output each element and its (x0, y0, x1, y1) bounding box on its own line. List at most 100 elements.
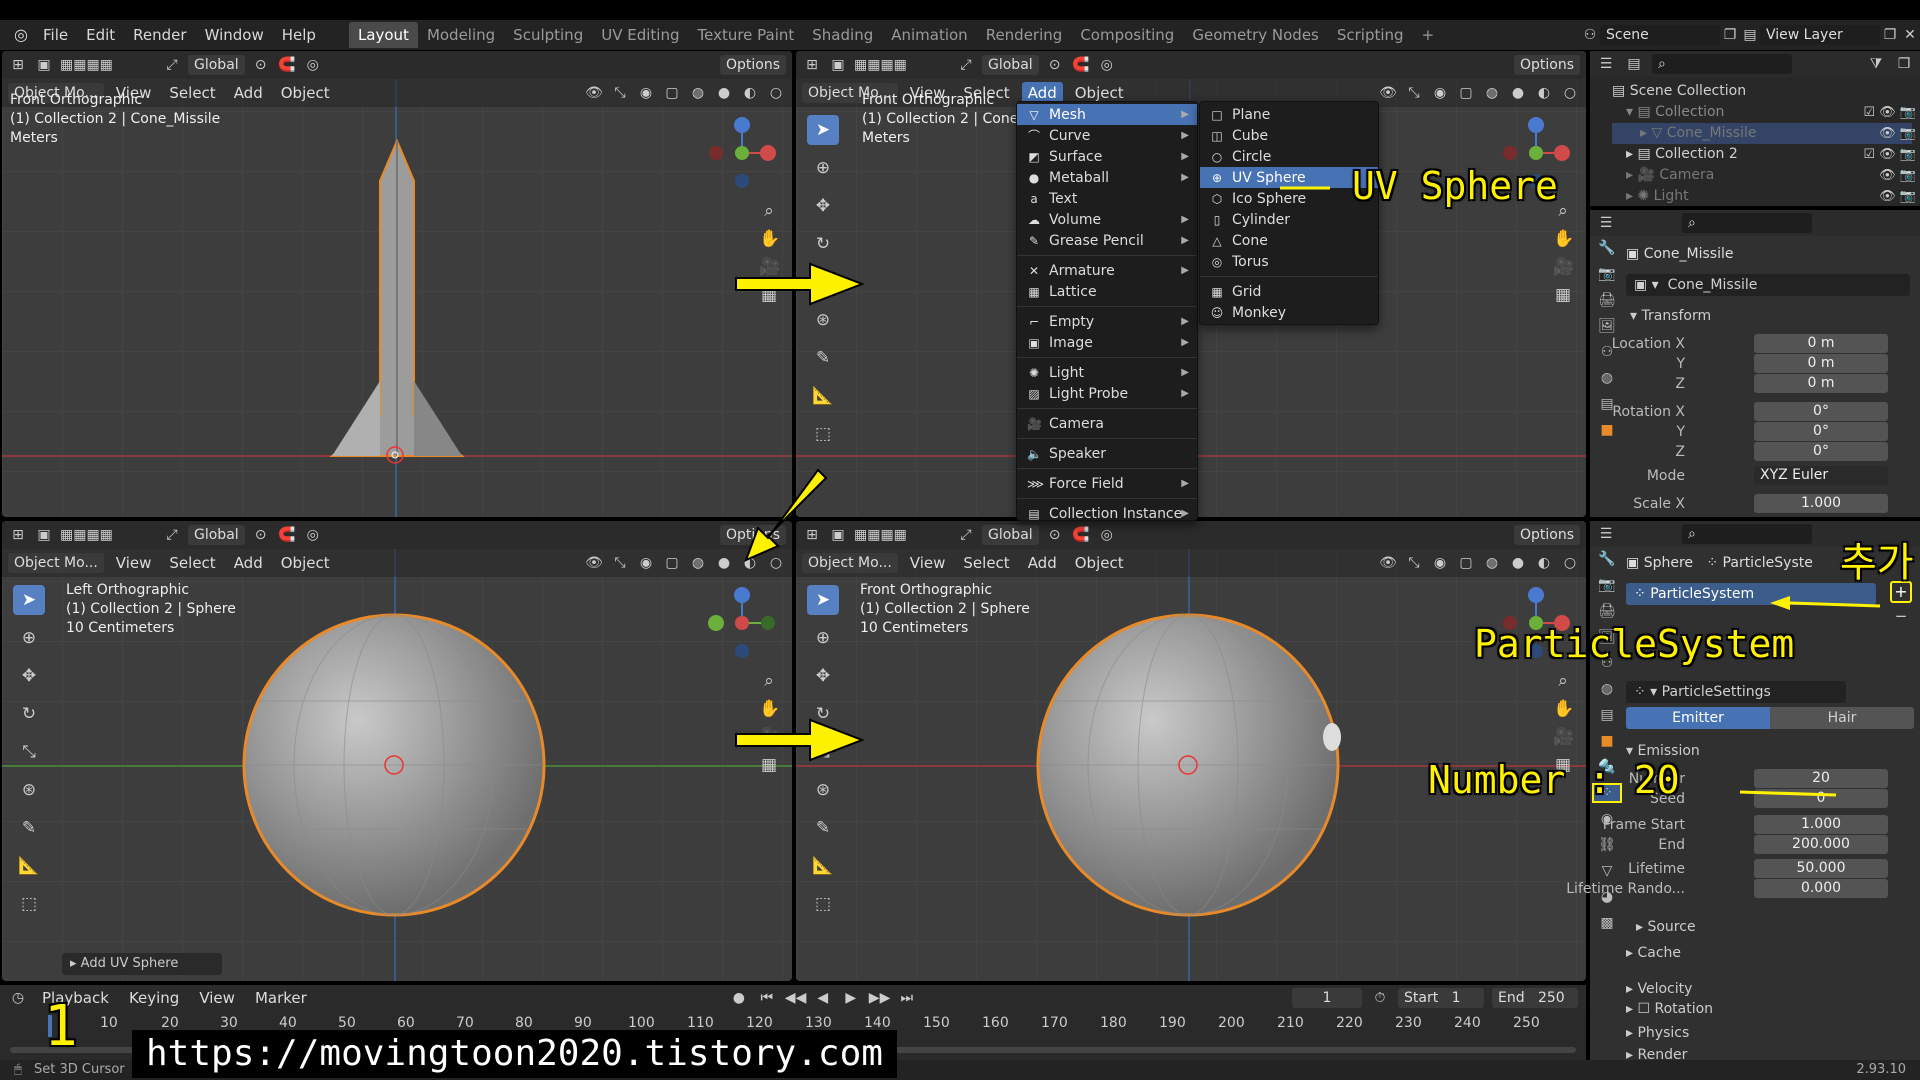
select-box-icon[interactable]: ▣ (828, 55, 848, 75)
timeline-view-menu[interactable]: View (193, 987, 241, 1009)
scene-selector[interactable]: Scene (1600, 25, 1720, 45)
pan-hand-icon[interactable]: ✋ (1553, 229, 1574, 249)
add-menu-collection-instance[interactable]: ▤ Collection Instance ▶ (1017, 503, 1197, 524)
measure-tool-icon[interactable]: 📐 (807, 381, 839, 411)
world-tab-icon[interactable]: ◍ (1594, 370, 1620, 386)
mesh-plane[interactable]: □ Plane (1200, 104, 1378, 125)
data-tab-icon[interactable]: ▽ (1594, 863, 1620, 879)
add-menu-curve[interactable]: ⌒ Curve ▶ (1017, 125, 1197, 146)
menu-help[interactable]: Help (273, 20, 325, 50)
workspace-tab-rendering[interactable]: Rendering (977, 22, 1072, 48)
options-dropdown[interactable]: Options (1513, 55, 1580, 75)
object-tab-icon[interactable]: ■ (1594, 733, 1620, 749)
emission-section[interactable]: ▾ Emission (1626, 743, 1700, 759)
pan-hand-icon[interactable]: ✋ (1553, 699, 1574, 719)
frame-start-field[interactable]: 1.000 (1754, 815, 1888, 834)
select-tool-icon[interactable]: ➤ (807, 115, 839, 145)
add-menu-metaball[interactable]: ● Metaball ▶ (1017, 167, 1197, 188)
emitter-button[interactable]: Emitter (1626, 707, 1770, 729)
record-icon[interactable]: ● (729, 988, 749, 1008)
jump-end-icon[interactable]: ⏭ (897, 988, 917, 1008)
transform-orientation-dropdown[interactable]: Global (982, 55, 1039, 75)
zoom-icon[interactable]: ⌕ (759, 671, 779, 691)
workspace-tab-shading[interactable]: Shading (803, 22, 882, 48)
workspace-tab-texture-paint[interactable]: Texture Paint (688, 22, 803, 48)
camera-view-icon[interactable]: 🎥 (1553, 727, 1574, 747)
particle-number-field[interactable]: 20 (1754, 769, 1888, 788)
add-workspace-icon[interactable]: + (1413, 22, 1444, 48)
render-tab-icon[interactable]: 📷 (1594, 577, 1620, 593)
zoom-icon[interactable]: ⌕ (1553, 671, 1573, 691)
jump-start-icon[interactable]: ⏮ (757, 988, 777, 1008)
eye-icon[interactable]: 👁 (1879, 147, 1896, 162)
particle-system-list-item[interactable]: ⁘ ParticleSystem (1626, 583, 1876, 605)
constraints-tab-icon[interactable]: ⛓ (1594, 837, 1620, 853)
add-menu-grease-pencil[interactable]: ✎ Grease Pencil ▶ (1017, 230, 1197, 251)
navigation-gizmo[interactable] (694, 583, 784, 663)
mesh-cone[interactable]: △ Cone (1200, 230, 1378, 251)
remove-particle-system-button[interactable]: − (1890, 607, 1912, 625)
filter-icon[interactable]: ⧩ (1866, 54, 1886, 74)
annotate-tool-icon[interactable]: ✎ (807, 343, 839, 373)
collection-tab-icon[interactable]: ▤ (1594, 707, 1620, 723)
play-reverse-icon[interactable]: ◀ (813, 988, 833, 1008)
shading-material-icon[interactable]: ◐ (1534, 83, 1554, 103)
view-layer-icon[interactable]: ▤ (1740, 25, 1760, 45)
visibility-icon[interactable]: 👁 (1378, 83, 1398, 103)
add-menu-speaker[interactable]: 🔈 Speaker (1017, 443, 1197, 464)
cursor-tool-icon[interactable]: ⊕ (807, 153, 839, 183)
properties-search-input[interactable]: ⌕ (1682, 524, 1812, 544)
ortho-grid-icon[interactable]: ▦ (759, 285, 779, 305)
view-layer-tab-icon[interactable]: 🖼 (1594, 318, 1620, 334)
mesh-monkey[interactable]: ☺ Monkey (1200, 302, 1378, 323)
add-menu-light[interactable]: ✺ Light ▶ (1017, 362, 1197, 383)
camera-icon[interactable]: 📷 (1900, 105, 1916, 120)
shading-rendered-icon[interactable]: ○ (1560, 83, 1580, 103)
viewport-top-left[interactable]: ⊞ ▣ ▦▦▦▦ ⤢ Global ⊙ 🧲 ◎ Options Object M… (2, 51, 792, 517)
keying-menu[interactable]: Keying (123, 987, 185, 1009)
menu-window[interactable]: Window (196, 20, 273, 50)
view-layer-selector[interactable]: View Layer (1760, 25, 1880, 45)
viewport-bottom-left[interactable]: ⊞ ▣ ▦▦▦▦ ⤢ Global ⊙ 🧲 ◎ Options Object M… (2, 521, 792, 981)
editor-type-icon[interactable]: ⊞ (802, 55, 822, 75)
add-menu-lattice[interactable]: ▦ Lattice (1017, 281, 1197, 302)
source-section[interactable]: ▸ Source (1636, 919, 1696, 935)
ortho-grid-icon[interactable]: ▦ (759, 755, 779, 775)
workspace-tab-geometry-nodes[interactable]: Geometry Nodes (1183, 22, 1328, 48)
select-mode-icon[interactable]: ▦▦▦▦ (854, 55, 907, 75)
add-cube-tool-icon[interactable]: ⬚ (807, 419, 839, 449)
camera-icon[interactable]: 📷 (1900, 168, 1916, 183)
object-name-field[interactable]: ▣ ▾ Cone_Missile (1626, 274, 1910, 296)
pan-hand-icon[interactable]: ✋ (759, 229, 780, 249)
remove-view-layer-icon[interactable]: ✕ (1900, 25, 1920, 45)
add-menu-camera[interactable]: 🎥 Camera (1017, 413, 1197, 434)
ortho-grid-icon[interactable]: ▦ (1553, 285, 1573, 305)
checkbox-icon[interactable]: ☑ (1863, 105, 1875, 120)
scale-tool-icon[interactable]: ⤡ (807, 267, 839, 297)
object-tab-icon[interactable]: ■ (1594, 422, 1620, 438)
next-keyframe-icon[interactable]: ▶▶ (869, 988, 891, 1008)
render-tab-icon[interactable]: 📷 (1594, 266, 1620, 282)
checkbox-icon[interactable]: ☑ (1863, 147, 1875, 162)
scene-icon[interactable]: ⚇ (1580, 25, 1600, 45)
mesh-cylinder[interactable]: ▯ Cylinder (1200, 209, 1378, 230)
move-tool-icon[interactable]: ✥ (807, 191, 839, 221)
menu-edit[interactable]: Edit (77, 20, 124, 50)
eye-icon[interactable]: 👁 (1879, 126, 1896, 141)
workspace-tab-uv-editing[interactable]: UV Editing (592, 22, 688, 48)
seed-field[interactable]: 0 (1754, 789, 1888, 808)
texture-tab-icon[interactable]: ▩ (1594, 915, 1620, 931)
last-operator-panel[interactable]: ▸ Add UV Sphere (62, 953, 222, 975)
eye-icon[interactable]: 👁 (1879, 168, 1896, 183)
lifetime-field[interactable]: 50.000 (1754, 859, 1888, 878)
workspace-tab-scripting[interactable]: Scripting (1328, 22, 1413, 48)
viewport-bottom-right[interactable]: ⊞ ▣ ▦▦▦▦ ⤢ Global ⊙ 🧲 ◎ Options Object M… (796, 521, 1586, 981)
gizmo-icon[interactable]: ⤡ (1404, 83, 1424, 103)
shading-wireframe-icon[interactable]: ◍ (1482, 83, 1502, 103)
add-menu-force-field[interactable]: ⋙ Force Field ▶ (1017, 473, 1197, 494)
pivot-icon[interactable]: ⊙ (1045, 55, 1065, 75)
camera-icon[interactable]: 📷 (1900, 147, 1916, 162)
eye-icon[interactable]: 👁 (1879, 105, 1896, 120)
rotation-x-field[interactable]: 0° (1754, 402, 1888, 421)
snap-icon[interactable]: 🧲 (1071, 55, 1091, 75)
